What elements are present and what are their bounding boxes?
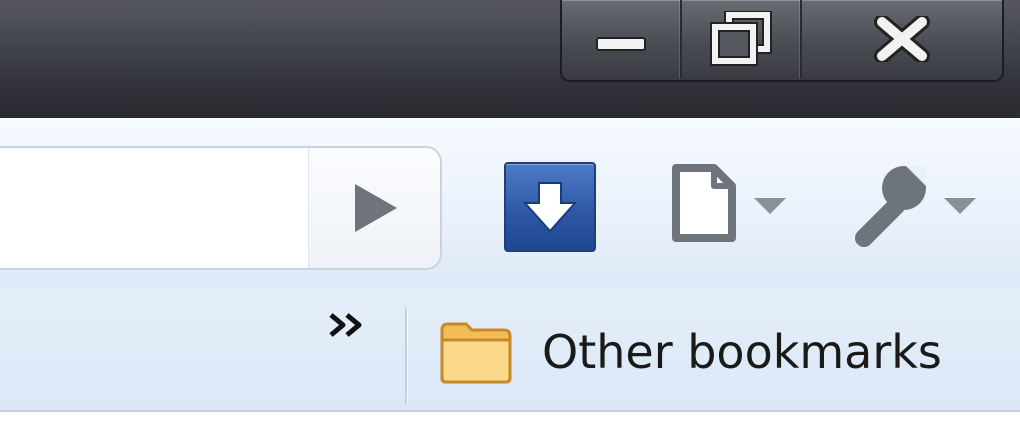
browser-window: Other bookmarks: [0, 0, 1020, 439]
other-bookmarks-folder[interactable]: Other bookmarks: [438, 306, 998, 398]
page-menu-dropdown-icon: [754, 198, 786, 214]
bookmarks-bar: Other bookmarks: [0, 288, 1020, 412]
page-content-area: [0, 412, 1020, 439]
download-arrow-icon: [523, 182, 577, 233]
page-menu-button[interactable]: [664, 158, 794, 250]
folder-icon: [440, 322, 512, 384]
address-input[interactable]: [0, 148, 308, 268]
go-button[interactable]: [308, 148, 440, 268]
download-button[interactable]: [504, 162, 596, 252]
wrench-menu-dropdown-icon: [944, 198, 976, 214]
restore-icon: [710, 11, 772, 66]
minimize-icon: [596, 37, 646, 51]
bookmarks-separator: [405, 308, 407, 404]
other-bookmarks-label: Other bookmarks: [542, 325, 942, 379]
wrench-menu-button[interactable]: [846, 158, 986, 250]
page-icon: [672, 164, 786, 242]
omnibox: [0, 146, 442, 270]
chevron-double-right-icon: [329, 313, 362, 337]
close-button[interactable]: [802, 0, 1002, 78]
close-icon: [874, 16, 930, 62]
toolbar: [0, 118, 1020, 288]
restore-button[interactable]: [682, 0, 802, 78]
window-controls: [560, 0, 1004, 82]
bookmarks-overflow-chevron[interactable]: [322, 310, 372, 340]
play-triangle-icon: [355, 184, 397, 232]
wrench-icon: [855, 166, 976, 247]
title-bar: [0, 0, 1020, 118]
minimize-button[interactable]: [562, 0, 682, 78]
